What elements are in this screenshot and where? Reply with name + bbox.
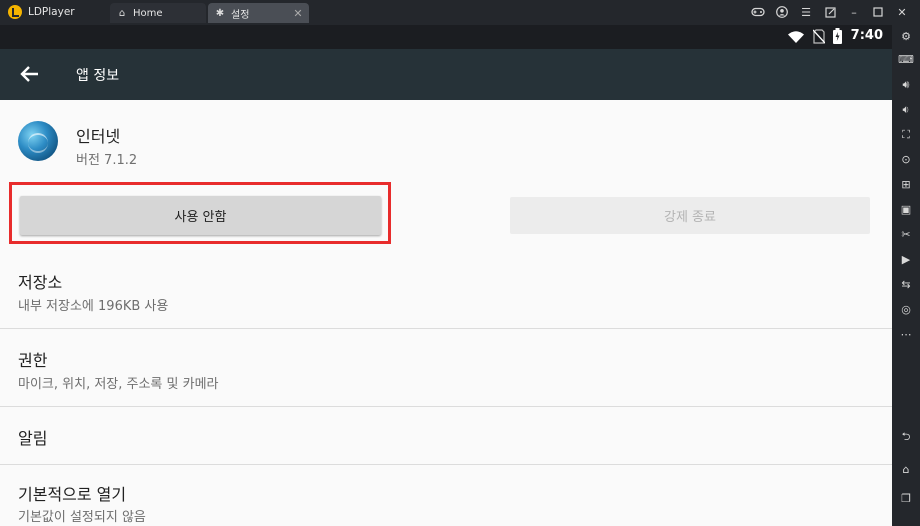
permissions-title: 권한: [18, 351, 48, 370]
disable-button[interactable]: 사용 안함: [20, 196, 381, 235]
fullscreen-icon[interactable]: ⛶: [898, 128, 914, 142]
emulator-side-toolbar: ⚙ ⌨ 🔊︎ 🔉︎ ⛶ ⊙ ⊞ ▣ ✂ ▶ ⇆ ◎ ⋯ ⮌ ⌂ ❐: [892, 25, 920, 526]
status-bar: 7:40: [0, 25, 892, 49]
menu-icon[interactable]: ☰: [796, 3, 816, 21]
volume-down-icon[interactable]: 🔉︎: [898, 103, 914, 117]
sync-icon[interactable]: ⇆: [898, 278, 914, 292]
no-sim-icon: [812, 28, 826, 48]
close-window-icon[interactable]: ✕: [892, 3, 912, 21]
android-screen: 7:40 앱 정보 인터넷 버전 7.1.2 사용 안함 강제 종료 저장소 내…: [0, 25, 892, 526]
screenshot-scissors-icon[interactable]: ✂: [898, 228, 914, 242]
open-by-default-title: 기본적으로 열기: [18, 485, 127, 504]
android-home-icon[interactable]: ⌂: [898, 463, 914, 477]
battery-charging-icon: [833, 28, 842, 48]
notifications-title: 알림: [18, 429, 48, 448]
app-bar: 앱 정보: [0, 49, 892, 100]
tab-home-label: Home: [133, 7, 163, 19]
open-by-default-subtitle: 기본값이 설정되지 않음: [18, 510, 146, 525]
apk-install-icon[interactable]: ▣: [898, 203, 914, 217]
add-screen-icon[interactable]: ⊞: [898, 178, 914, 192]
list-item-storage[interactable]: 저장소 내부 저장소에 196KB 사용: [0, 253, 892, 328]
ldplayer-logo-icon: [8, 5, 22, 19]
app-version: 버전 7.1.2: [76, 153, 138, 168]
list-item-open-by-default[interactable]: 기본적으로 열기 기본값이 설정되지 않음: [0, 465, 892, 526]
more-options-icon[interactable]: ⋯: [898, 328, 914, 342]
storage-title: 저장소: [18, 273, 63, 292]
app-name: 인터넷: [76, 127, 121, 146]
force-stop-button: 강제 종료: [510, 197, 870, 234]
tab-home[interactable]: ⌂ Home: [110, 3, 206, 23]
page-title: 앱 정보: [76, 68, 120, 84]
minimize-icon[interactable]: –: [844, 3, 864, 21]
tab-settings-label: 설정: [231, 9, 250, 21]
permissions-subtitle: 마이크, 위치, 저장, 주소록 및 카메라: [18, 377, 219, 392]
storage-subtitle: 내부 저장소에 196KB 사용: [18, 299, 169, 314]
maximize-icon[interactable]: [868, 3, 888, 21]
back-arrow-icon[interactable]: [20, 64, 40, 84]
internet-app-icon: [18, 121, 58, 161]
wifi-icon: [787, 29, 805, 48]
gamepad-icon[interactable]: [748, 3, 768, 21]
status-icons: [787, 28, 842, 48]
home-icon: ⌂: [118, 7, 126, 19]
tab-settings[interactable]: ✱ 설정 ✕: [208, 3, 309, 23]
window-controls: ☰ – ✕: [748, 3, 912, 21]
shake-icon[interactable]: ◎: [898, 303, 914, 317]
emulator-app-name: LDPlayer: [28, 6, 75, 18]
android-back-icon[interactable]: ⮌: [898, 430, 914, 444]
emulator-title-bar: LDPlayer ⌂ Home ✱ 설정 ✕ ☰ – ✕: [0, 0, 920, 25]
restore-window-icon[interactable]: [820, 3, 840, 21]
list-item-permissions[interactable]: 권한 마이크, 위치, 저장, 주소록 및 카메라: [0, 329, 892, 406]
close-tab-icon[interactable]: ✕: [291, 7, 305, 20]
volume-up-icon[interactable]: 🔊︎: [898, 78, 914, 92]
settings-gear-icon: ✱: [215, 7, 225, 19]
settings-icon[interactable]: ⚙: [898, 30, 914, 44]
android-recents-icon[interactable]: ❐: [898, 492, 914, 506]
operation-record-icon[interactable]: ⊙: [898, 153, 914, 167]
account-icon[interactable]: [772, 3, 792, 21]
list-item-notifications[interactable]: 알림: [0, 407, 892, 464]
keyboard-icon[interactable]: ⌨: [898, 53, 914, 67]
video-record-icon[interactable]: ▶: [898, 253, 914, 267]
status-time: 7:40: [850, 28, 883, 43]
app-header: 인터넷 버전 7.1.2: [0, 100, 892, 180]
